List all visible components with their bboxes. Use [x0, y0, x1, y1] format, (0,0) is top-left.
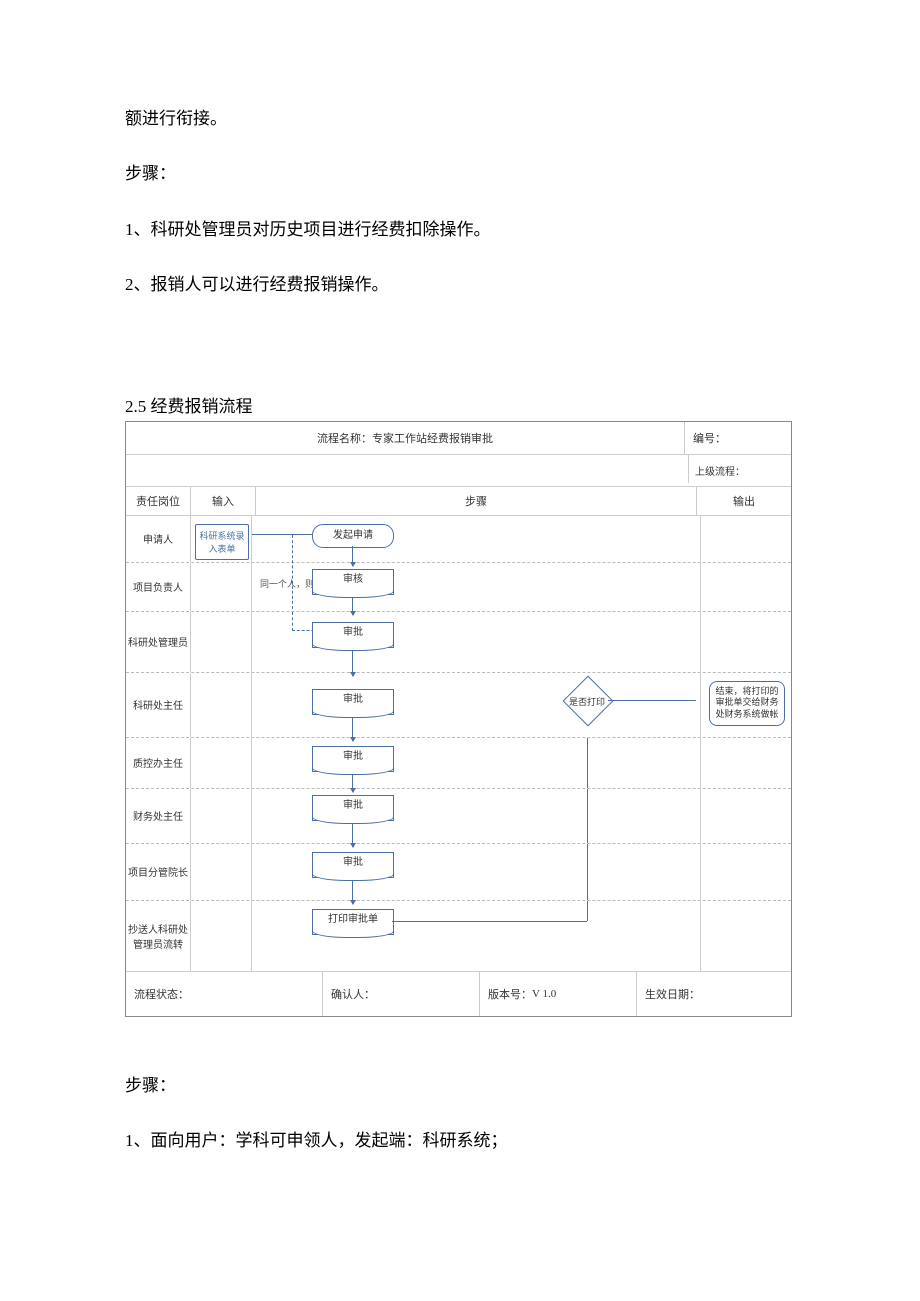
step-approve: 审批 — [312, 622, 394, 648]
step-approve: 审批 — [312, 689, 394, 715]
lane-steps: 审批 — [252, 612, 701, 672]
steps-heading: 步骤： — [125, 155, 795, 192]
step-item-2: 2、报销人可以进行经费报销操作。 — [125, 266, 795, 303]
footer-confirm: 确认人： — [322, 972, 479, 1016]
steps-heading-2: 步骤： — [125, 1067, 795, 1104]
flowchart-header: 流程名称：专家工作站经费报销审批 编号： — [126, 422, 791, 455]
connector — [252, 534, 312, 535]
lane-steps: 打印审批单 — [252, 901, 701, 971]
lane-input — [191, 844, 252, 900]
output-box: 结束，将打印的审批单交给财务处财务系统做帐 — [709, 681, 785, 726]
lane-output — [701, 516, 791, 562]
footer-date: 生效日期： — [636, 972, 791, 1016]
lane-output: 结束，将打印的审批单交给财务处财务系统做帐 — [701, 673, 791, 737]
lane-input — [191, 673, 252, 737]
flowchart-title-prefix: 流程名称： — [317, 433, 372, 445]
dashed-connector — [292, 535, 293, 609]
lane-role: 项目负责人 — [126, 563, 191, 611]
lane-steps: 发起申请 — [252, 516, 701, 562]
lane-vp: 项目分管院长 审批 — [126, 844, 791, 901]
lane-role: 抄送人科研处管理员流转 — [126, 901, 191, 971]
lane-steps: 审批 — [252, 844, 701, 900]
paragraph-continuation: 额进行衔接。 — [125, 100, 795, 137]
lane-research-director: 科研处主任 审批 是否打印 结束，将打印的审批单交给财务处财务系统做帐 — [126, 673, 791, 738]
lane-input — [191, 901, 252, 971]
flowchart-parent-cell: 上级流程： — [689, 455, 791, 486]
lane-role: 科研处主任 — [126, 673, 191, 737]
flowchart-footer: 流程状态： 确认人： 版本号：V 1.0 生效日期： — [126, 972, 791, 1016]
step-print: 打印审批单 — [312, 909, 394, 935]
lane-role: 科研处管理员 — [126, 612, 191, 672]
lane-steps: 审批 是否打印 — [252, 673, 701, 737]
lane-research-admin: 科研处管理员 审批 — [126, 612, 791, 673]
flowchart-title: 专家工作站经费报销审批 — [372, 433, 493, 445]
lane-role: 申请人 — [126, 516, 191, 562]
lane-finance-director: 财务处主任 审批 — [126, 789, 791, 844]
lane-steps: 审批 — [252, 738, 701, 788]
input-box: 科研系统录入表单 — [195, 524, 249, 560]
step-review: 审核 — [312, 569, 394, 595]
flowchart-title-cell: 流程名称：专家工作站经费报销审批 — [126, 422, 685, 454]
vertical-connector — [587, 738, 588, 788]
connector — [608, 700, 696, 701]
step-approve: 审批 — [312, 795, 394, 821]
col-header-output: 输出 — [697, 487, 791, 515]
decision-diamond: 是否打印 — [562, 685, 612, 715]
flowchart-lanes: 申请人 科研系统录入表单 发起申请 项目负责人 同一个人，则跳过 审核 — [126, 516, 791, 972]
vertical-connector — [587, 789, 588, 843]
flowchart-empty-cell — [126, 455, 689, 483]
footer-status: 流程状态： — [126, 986, 322, 1002]
lane-output — [701, 901, 791, 971]
flowchart-number-cell: 编号： — [685, 422, 791, 454]
step-start: 发起申请 — [312, 524, 394, 548]
flowchart-container: 流程名称：专家工作站经费报销审批 编号： 上级流程： 责任岗位 输入 步骤 输出… — [125, 421, 792, 1017]
lane-qc-director: 质控办主任 审批 — [126, 738, 791, 789]
footer-version: 版本号：V 1.0 — [479, 972, 636, 1016]
lane-output — [701, 738, 791, 788]
vertical-connector — [587, 901, 588, 921]
step-approve: 审批 — [312, 852, 394, 878]
col-header-steps: 步骤 — [256, 487, 697, 515]
lane-output — [701, 612, 791, 672]
lane-applicant: 申请人 科研系统录入表单 发起申请 — [126, 516, 791, 563]
lane-steps: 审批 — [252, 789, 701, 843]
lane-role: 质控办主任 — [126, 738, 191, 788]
lane-role: 财务处主任 — [126, 789, 191, 843]
lane-cc-admin: 抄送人科研处管理员流转 打印审批单 — [126, 901, 791, 972]
section-title: 2.5 经费报销流程 — [125, 392, 795, 417]
version-value: V 1.0 — [532, 988, 556, 1000]
lane-input — [191, 563, 252, 611]
post-step-1: 1、面向用户：学科可申领人，发起端：科研系统； — [125, 1122, 795, 1159]
connector — [392, 921, 587, 922]
step-item-1: 1、科研处管理员对历史项目进行经费扣除操作。 — [125, 211, 795, 248]
flowchart-column-headers: 责任岗位 输入 步骤 输出 — [126, 487, 791, 516]
lane-input: 科研系统录入表单 — [191, 516, 252, 562]
lane-input — [191, 789, 252, 843]
step-approve: 审批 — [312, 746, 394, 772]
vertical-connector — [587, 844, 588, 900]
lane-input — [191, 612, 252, 672]
document-page: 额进行衔接。 步骤： 1、科研处管理员对历史项目进行经费扣除操作。 2、报销人可… — [0, 0, 920, 1257]
lane-output — [701, 789, 791, 843]
lane-project-lead: 项目负责人 同一个人，则跳过 审核 — [126, 563, 791, 612]
col-header-input: 输入 — [191, 487, 256, 515]
lane-input — [191, 738, 252, 788]
col-header-role: 责任岗位 — [126, 487, 191, 515]
flowchart-header-row2: 上级流程： — [126, 455, 791, 487]
lane-role: 项目分管院长 — [126, 844, 191, 900]
version-label: 版本号： — [488, 986, 532, 1002]
decision-label: 是否打印 — [562, 695, 612, 708]
lane-output — [701, 844, 791, 900]
lane-output — [701, 563, 791, 611]
lane-steps: 同一个人，则跳过 审核 — [252, 563, 701, 611]
